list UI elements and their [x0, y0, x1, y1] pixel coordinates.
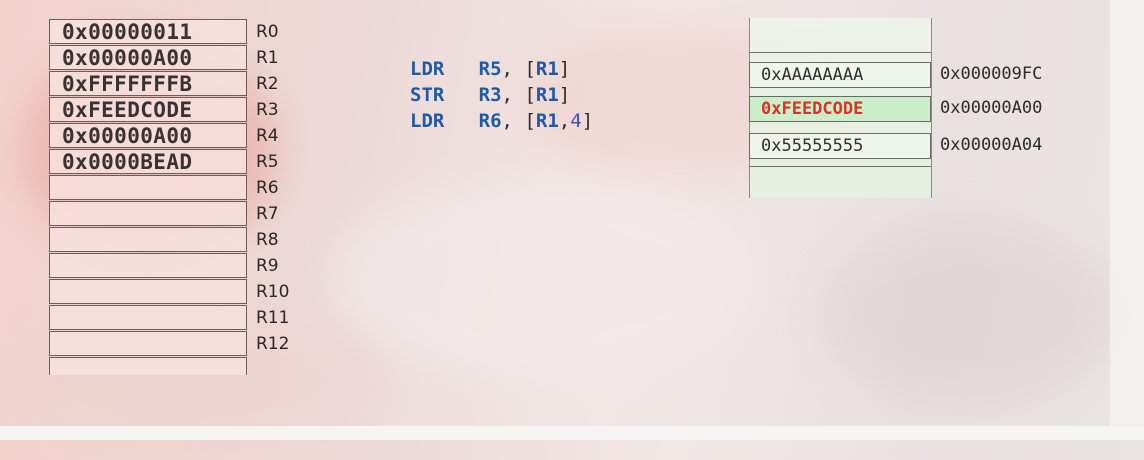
register-value-cell [49, 227, 247, 252]
register-label: R3 [256, 100, 279, 120]
memory-value-cell-highlighted: 0xFEEDCODE [749, 96, 931, 122]
register-row: R9 [49, 253, 349, 279]
register-row: 0x0000BEAD R5 [49, 149, 349, 175]
memory-row: 0x55555555 0x00000A04 [749, 133, 1109, 159]
memory-address-label: 0x000009FC [940, 64, 1043, 84]
register-row: 0x00000A00 R4 [49, 123, 349, 149]
register-row: R8 [49, 227, 349, 253]
register-label: R5 [256, 152, 279, 172]
memory-divider [749, 166, 931, 167]
base-register: R1 [535, 110, 559, 132]
bottom-strip [0, 426, 1144, 440]
memory-address-label: 0x00000A00 [940, 98, 1043, 118]
operand-separator: , [501, 58, 525, 80]
register-row: 0xFFFFFFFB R2 [49, 71, 349, 97]
register-label: R9 [256, 256, 279, 276]
register-value-cell: 0xFFFFFFFB [49, 71, 247, 96]
register-value-cell [49, 279, 247, 304]
background-blob [330, 180, 750, 380]
open-bracket: [ [524, 84, 536, 106]
register-row: R11 [49, 305, 349, 331]
instruction-opcode: LDR [410, 58, 445, 80]
memory-value-cell: 0x55555555 [749, 133, 931, 159]
memory-row: 0xAAAAAAAA 0x000009FC [749, 62, 1109, 88]
register-row: 0xFEEDCODE R3 [49, 97, 349, 123]
code-line: STR R3, [R1] [410, 84, 570, 110]
register-label: R12 [256, 334, 290, 354]
register-value-cell [49, 201, 247, 226]
register-label: R7 [256, 204, 279, 224]
register-row-partial [49, 357, 349, 375]
register-value-cell [49, 175, 247, 200]
memory-divider [749, 52, 931, 53]
background-blob [820, 220, 1120, 410]
register-label: R8 [256, 230, 279, 250]
close-bracket: ] [581, 110, 594, 132]
register-label: R10 [256, 282, 290, 302]
base-register: R1 [535, 58, 559, 80]
register-value-cell [49, 357, 247, 375]
register-label: R2 [256, 74, 279, 94]
destination-register: R5 [478, 58, 502, 80]
memory-row: 0xFEEDCODE 0x00000A00 [749, 96, 1109, 122]
memory-address-label: 0x00000A04 [940, 135, 1043, 155]
register-value-cell [49, 305, 247, 330]
code-line: LDR R6, [R1,4] [410, 110, 593, 136]
memory-value-cell: 0xAAAAAAAA [749, 62, 931, 88]
close-bracket: ] [558, 84, 571, 106]
register-value-cell: 0xFEEDCODE [49, 97, 247, 122]
register-label: R0 [256, 22, 279, 42]
open-bracket: [ [524, 58, 536, 80]
register-label: R1 [256, 48, 279, 68]
register-row: R12 [49, 331, 349, 357]
register-row: R7 [49, 201, 349, 227]
right-edge-fade [1110, 0, 1144, 440]
operand-separator: , [501, 84, 525, 106]
destination-register: R3 [478, 84, 502, 106]
open-bracket: [ [524, 110, 536, 132]
close-bracket: ] [558, 58, 571, 80]
instruction-opcode: STR [410, 84, 445, 106]
base-register: R1 [535, 84, 559, 106]
register-row: R6 [49, 175, 349, 201]
register-value-cell: 0x00000011 [49, 19, 247, 44]
operand-separator: , [501, 110, 525, 132]
register-value-cell: 0x00000A00 [49, 45, 247, 70]
register-label: R6 [256, 178, 279, 198]
register-value-cell [49, 331, 247, 356]
register-row: 0x00000011 R0 [49, 19, 349, 45]
destination-register: R6 [478, 110, 502, 132]
register-value-cell [49, 253, 247, 278]
code-line: LDR R5, [R1] [410, 58, 570, 84]
register-row: 0x00000A00 R1 [49, 45, 349, 71]
register-row: R10 [49, 279, 349, 305]
register-value-cell: 0x0000BEAD [49, 149, 247, 174]
instruction-opcode: LDR [410, 110, 445, 132]
offset-value: 4 [570, 110, 582, 132]
register-label: R11 [256, 308, 290, 328]
offset-comma: , [558, 110, 571, 132]
register-label: R4 [256, 126, 279, 146]
register-value-cell: 0x00000A00 [49, 123, 247, 148]
